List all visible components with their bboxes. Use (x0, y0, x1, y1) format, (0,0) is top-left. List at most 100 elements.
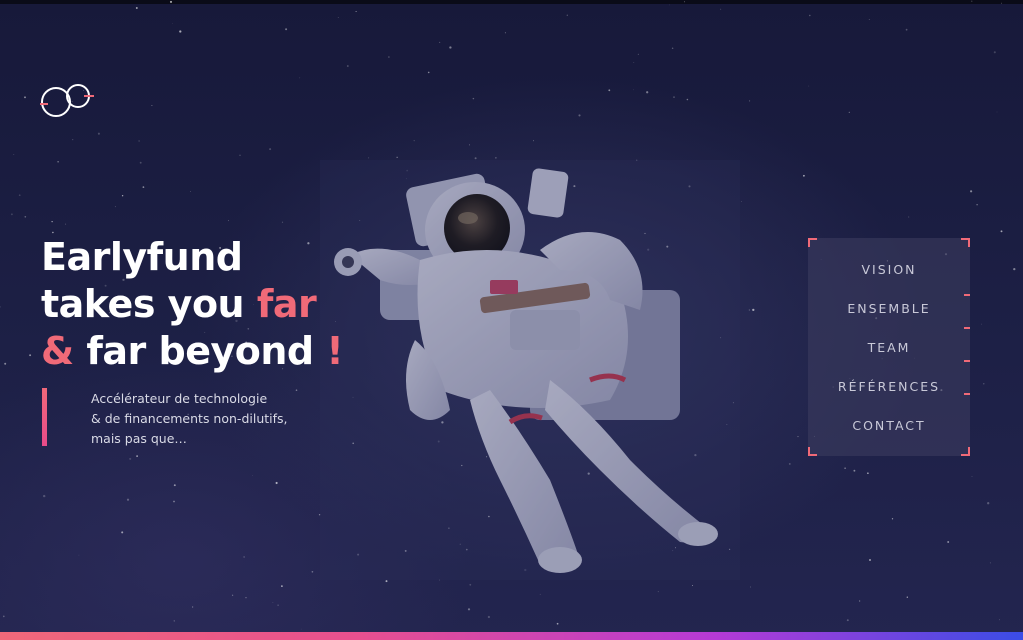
nav-item-vision[interactable]: VISION (808, 262, 970, 277)
hero-headline: Earlyfund takes you far & far beyond ! (41, 234, 344, 375)
star (121, 531, 124, 534)
star (179, 30, 182, 33)
headline-line-1: Earlyfund (41, 235, 243, 279)
star (299, 77, 301, 79)
star (646, 91, 649, 94)
star (671, 47, 674, 49)
star (4, 362, 7, 365)
star (10, 213, 13, 216)
star (43, 494, 46, 498)
nav-item-ensemble[interactable]: ENSEMBLE (808, 301, 970, 316)
tagline: Accélérateur de technologie & de finance… (91, 389, 288, 449)
star (65, 223, 67, 225)
star (0, 306, 1, 308)
star (449, 46, 452, 49)
star (138, 140, 140, 142)
star (227, 220, 229, 222)
astronaut-image (320, 160, 740, 580)
star (495, 157, 497, 159)
star (971, 0, 973, 2)
star (272, 602, 274, 603)
star (868, 558, 872, 562)
hero-section: Earlyfund takes you far & far beyond ! A… (0, 0, 1023, 640)
star (173, 500, 175, 503)
star (533, 140, 534, 142)
star (891, 518, 894, 520)
star (1013, 267, 1016, 271)
star (13, 154, 15, 156)
star (1000, 230, 1003, 233)
star (469, 144, 470, 146)
star (24, 215, 27, 218)
star (281, 221, 284, 223)
star (947, 541, 950, 543)
star (637, 53, 640, 56)
star (136, 455, 138, 457)
nav-item-contact[interactable]: CONTACT (808, 418, 970, 433)
star (998, 619, 1001, 621)
star (439, 41, 441, 43)
star (57, 161, 59, 163)
star (686, 98, 689, 101)
star (608, 89, 611, 92)
star (114, 206, 116, 208)
star (97, 132, 100, 135)
star (24, 96, 26, 99)
nav-corner-bottom-right (961, 447, 970, 456)
star (867, 472, 869, 475)
star (337, 16, 339, 18)
star (858, 600, 861, 602)
star (51, 220, 53, 223)
star (2, 615, 5, 618)
star (269, 148, 272, 151)
star (989, 562, 991, 564)
nav-corner-top-left (808, 238, 817, 247)
star (142, 186, 145, 188)
star (173, 484, 176, 487)
nav-item-team[interactable]: TEAM (808, 340, 970, 355)
star (749, 100, 751, 102)
star (285, 28, 288, 31)
star (295, 389, 298, 391)
infinity-logo-icon[interactable] (38, 82, 96, 120)
star (413, 139, 415, 142)
nav-item-references[interactable]: RÉFÉRENCES (808, 379, 970, 394)
star (388, 56, 390, 58)
star (1001, 2, 1002, 4)
star (908, 216, 910, 218)
star (172, 23, 173, 24)
headline-line-3-text: far beyond (73, 329, 327, 373)
star (231, 594, 234, 596)
star (129, 457, 132, 460)
star (472, 97, 475, 100)
star (633, 89, 635, 91)
star (18, 194, 21, 197)
star (996, 111, 998, 113)
star (121, 195, 124, 197)
star (788, 462, 791, 465)
star (29, 354, 32, 357)
star (135, 7, 138, 9)
star (797, 436, 799, 438)
star (684, 1, 685, 3)
star (474, 157, 477, 160)
star (243, 556, 245, 558)
star (741, 201, 742, 202)
star (487, 615, 491, 619)
star (277, 604, 279, 606)
star (72, 139, 74, 141)
star (905, 28, 908, 31)
nav-corner-bottom-left (808, 447, 817, 456)
star (190, 191, 191, 192)
star (844, 467, 846, 469)
star (368, 157, 370, 159)
star (673, 96, 675, 99)
headline-accent-ampersand: & (41, 329, 74, 373)
star (556, 622, 559, 625)
star (752, 308, 755, 312)
star (853, 469, 856, 472)
headline-accent-far: far (256, 282, 317, 326)
star (803, 174, 805, 177)
star (976, 204, 978, 206)
nav-tick (964, 327, 970, 329)
